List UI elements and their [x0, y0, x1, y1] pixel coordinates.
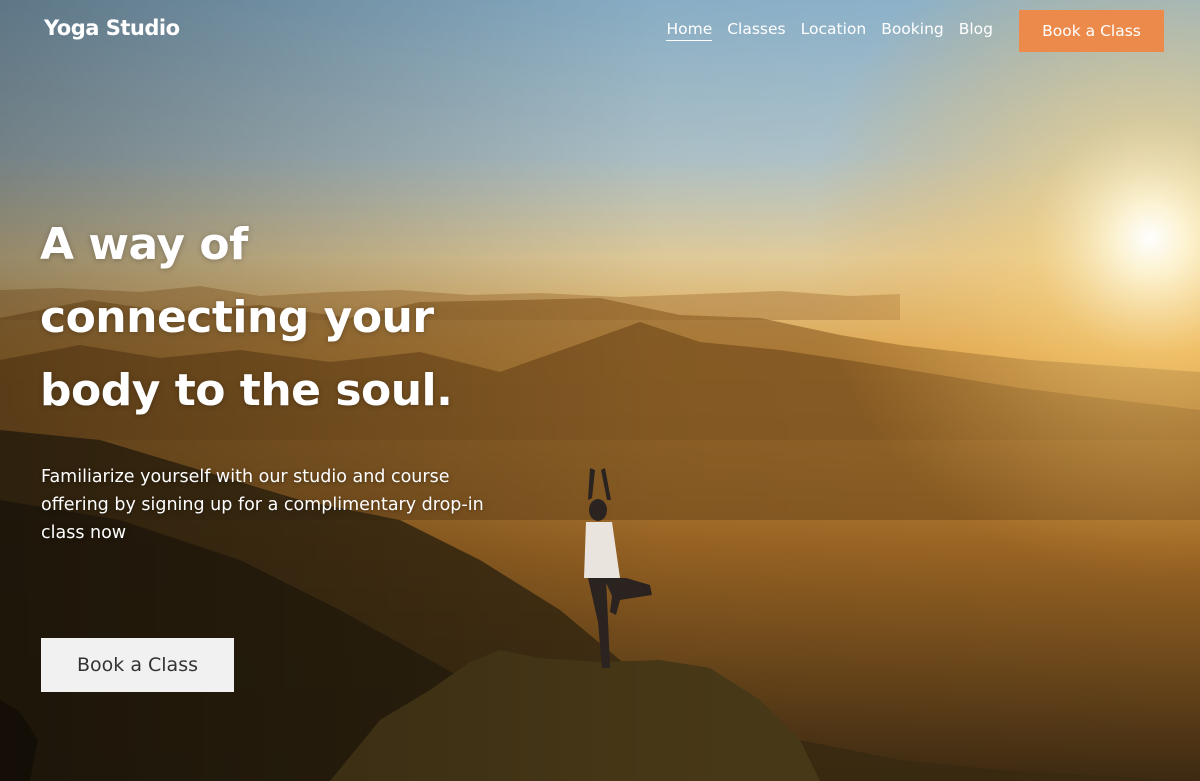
- hero-subtext: Familiarize yourself with our studio and…: [41, 467, 484, 543]
- nav-book-class-button[interactable]: Book a Class: [1019, 10, 1164, 52]
- nav-link-blog[interactable]: Blog: [959, 20, 993, 41]
- nav-link-classes[interactable]: Classes: [727, 20, 785, 41]
- headline-line-3: body to the soul.: [40, 365, 453, 416]
- brand-logo[interactable]: Yoga Studio: [44, 16, 180, 40]
- hero-headline: A way of connecting your body to the soul.: [40, 208, 600, 427]
- hero-book-class-button[interactable]: Book a Class: [41, 638, 234, 692]
- nav-link-booking[interactable]: Booking: [881, 20, 944, 41]
- nav-links: Home Classes Location Booking Blog: [666, 20, 993, 41]
- top-navigation: Yoga Studio Home Classes Location Bookin…: [0, 0, 1200, 62]
- headline-line-1: A way of: [40, 219, 248, 270]
- nav-link-home[interactable]: Home: [666, 20, 713, 41]
- nav-link-location[interactable]: Location: [801, 20, 867, 41]
- headline-line-2: connecting your: [40, 292, 434, 343]
